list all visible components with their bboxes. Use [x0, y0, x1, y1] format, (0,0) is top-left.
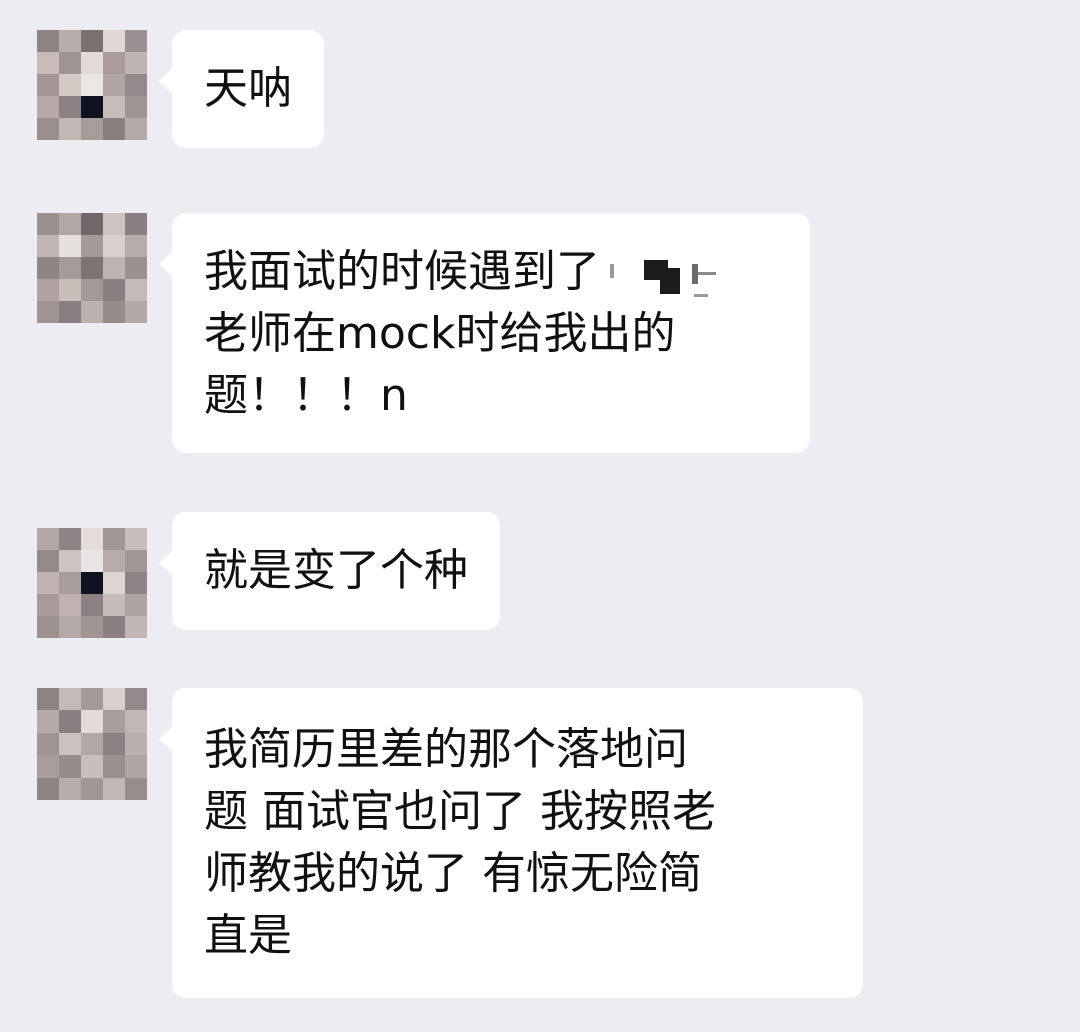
message-text: 我面试的时候遇到了: [204, 246, 600, 297]
message-text: 直是: [204, 910, 292, 961]
message-text: 师教我的说了 有惊无险简: [204, 848, 702, 899]
message-text: 题！！！n: [204, 370, 408, 421]
message-text: 老师在mock时给我出的: [204, 308, 676, 359]
message-bubble[interactable]: 我简历里差的那个落地问 题 面试官也问了 我按照老 师教我的说了 有惊无险简 直…: [159, 688, 863, 998]
message-text: 天呐: [204, 63, 292, 114]
avatar[interactable]: [37, 213, 147, 323]
message-bubble[interactable]: 天呐: [159, 30, 324, 148]
message-bubble[interactable]: 就是变了个种: [159, 512, 500, 630]
avatar[interactable]: [37, 30, 147, 140]
avatar[interactable]: [37, 688, 147, 800]
chat-area: 天呐 我面试的时候遇到了 老师在mock时给我出的 题！！！n 就是变了个种 我…: [0, 0, 1080, 1032]
message-text: 我简历里差的那个落地问: [204, 724, 688, 775]
message-text: 题 面试官也问了 我按照老: [204, 786, 716, 837]
message-bubble[interactable]: 我面试的时候遇到了 老师在mock时给我出的 题！！！n: [159, 213, 810, 453]
avatar[interactable]: [37, 528, 147, 638]
message-text: 就是变了个种: [204, 545, 468, 596]
message-line: 我面试的时候遇到了: [204, 241, 780, 303]
redacted-mark: [600, 246, 718, 298]
